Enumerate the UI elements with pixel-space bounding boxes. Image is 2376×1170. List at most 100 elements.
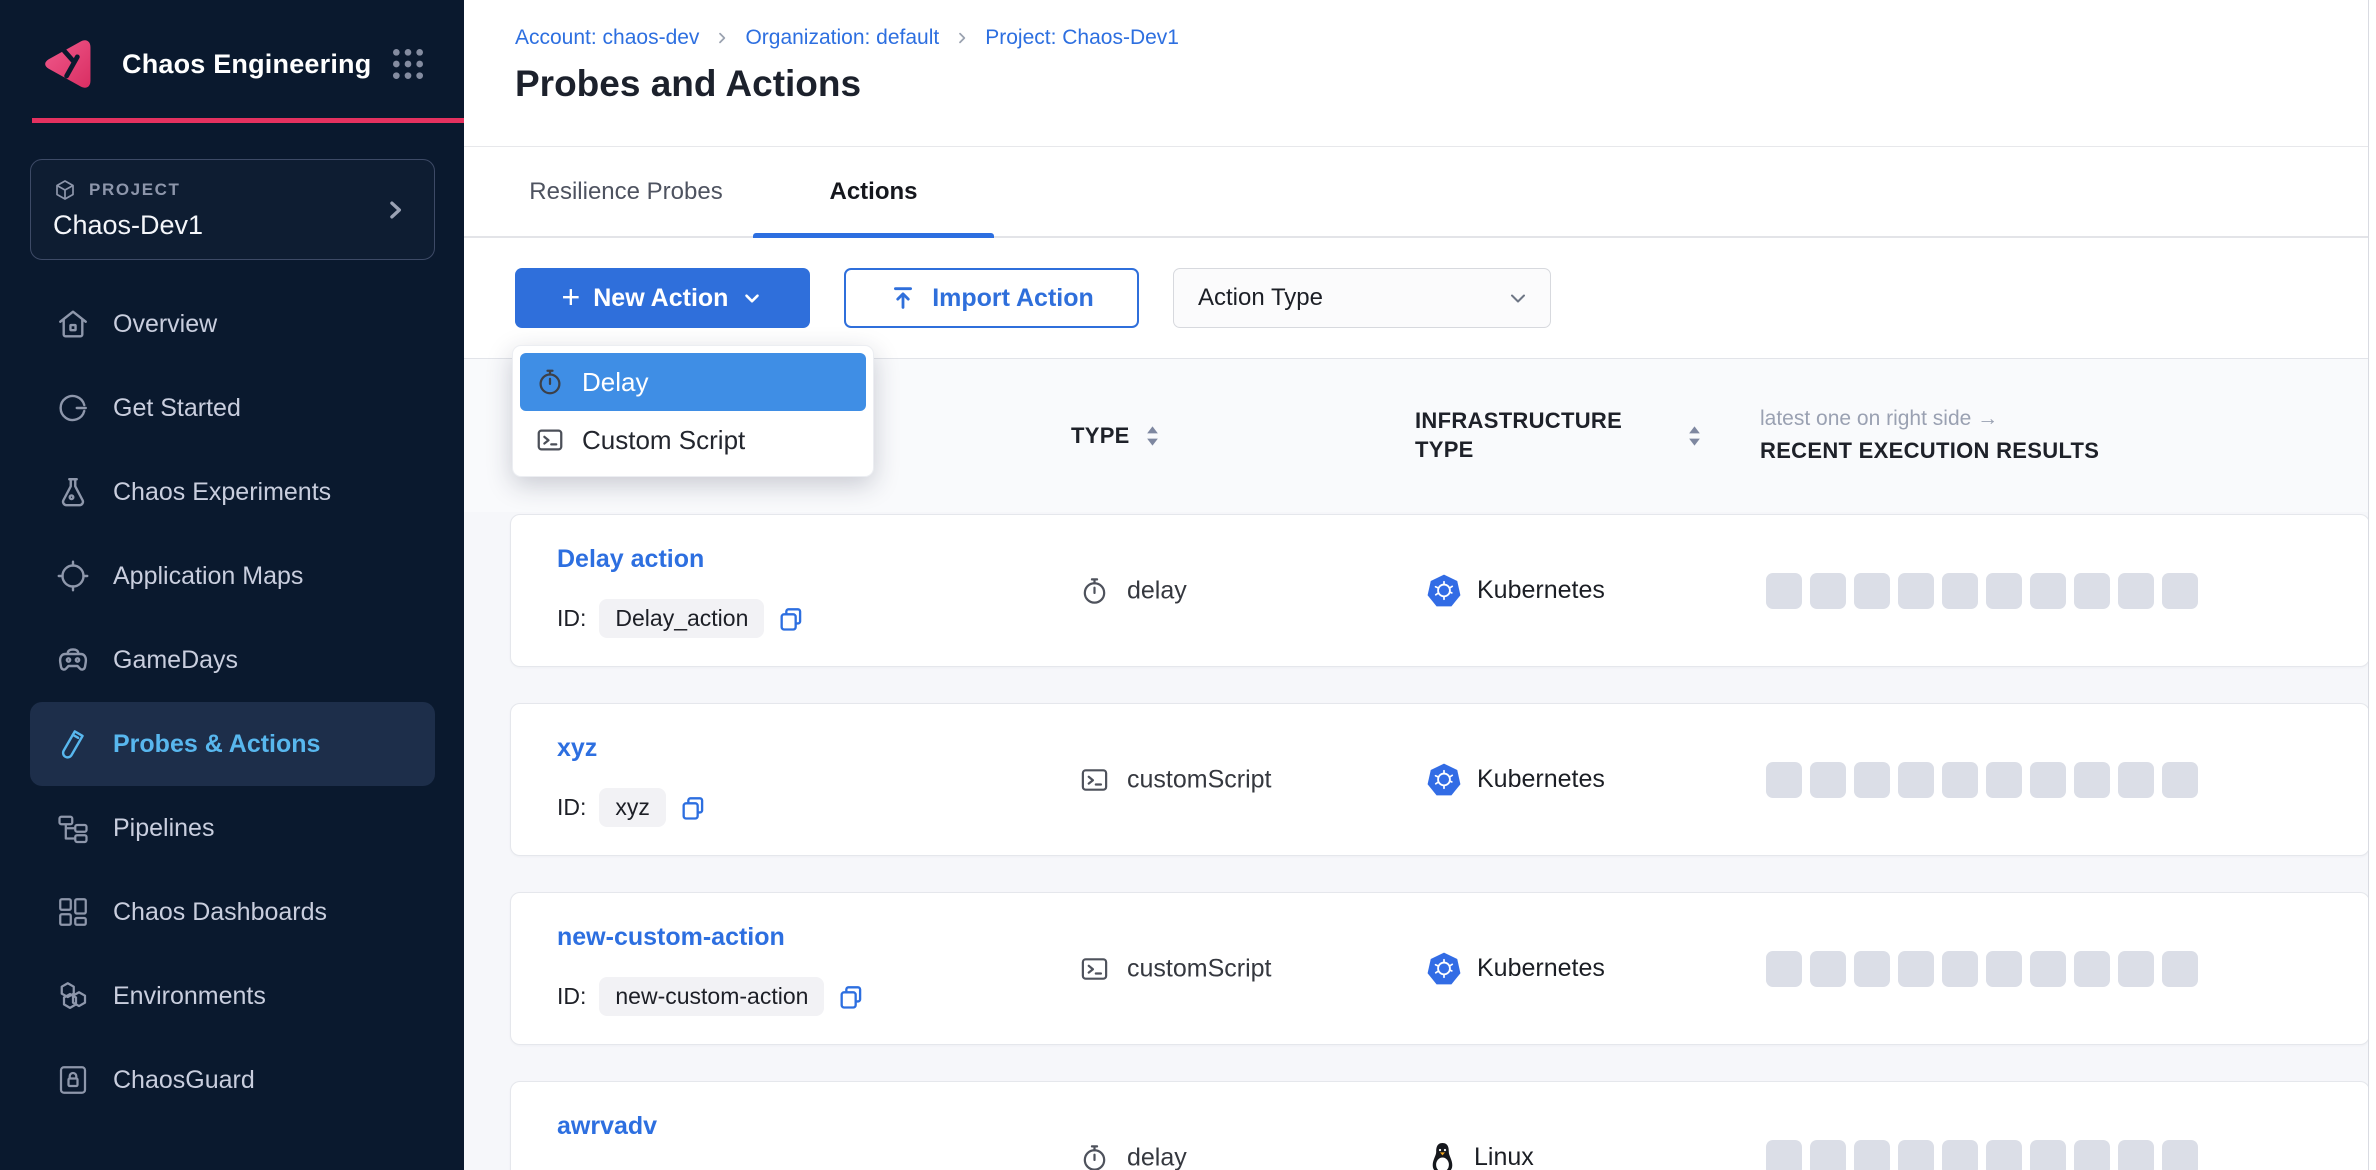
action-type: delay xyxy=(1127,1143,1187,1170)
app-title: Chaos Engineering xyxy=(122,49,371,80)
cube-icon xyxy=(53,178,77,202)
tab-resilience-probes[interactable]: Resilience Probes xyxy=(515,147,737,236)
sidebar-nav: Overview Get Started Chaos Experiments A… xyxy=(0,282,464,1122)
actions-list: Delay action ID: Delay_action delay xyxy=(464,512,2376,1170)
stopwatch-icon xyxy=(1079,575,1110,606)
linux-icon xyxy=(1426,1140,1459,1170)
terminal-icon xyxy=(535,425,565,455)
execution-result-placeholder xyxy=(1810,573,1846,609)
scrollbar-track[interactable] xyxy=(2368,0,2376,1170)
project-selector[interactable]: PROJECT Chaos-Dev1 xyxy=(30,159,435,260)
sidebar-item-label: Get Started xyxy=(113,394,241,423)
execution-result-placeholder xyxy=(2074,951,2110,987)
lock-icon xyxy=(55,1062,91,1098)
action-row-delay-action[interactable]: Delay action ID: Delay_action delay xyxy=(510,514,2370,667)
sidebar-item-label: Chaos Dashboards xyxy=(113,898,327,927)
import-action-label: Import Action xyxy=(932,284,1094,313)
execution-result-placeholder xyxy=(2118,951,2154,987)
recent-execution-results xyxy=(1766,573,2198,609)
action-row-new-custom-action[interactable]: new-custom-action ID: new-custom-action … xyxy=(510,892,2370,1045)
new-action-label: New Action xyxy=(593,284,728,313)
execution-result-placeholder xyxy=(1810,762,1846,798)
execution-result-placeholder xyxy=(2118,762,2154,798)
action-row-xyz[interactable]: xyz ID: xyz customScript xyxy=(510,703,2370,856)
sidebar-item-label: Pipelines xyxy=(113,814,214,843)
action-type-select[interactable]: Action Type xyxy=(1173,268,1551,328)
column-header-infrastructure: INFRASTRUCTURE TYPE xyxy=(1415,407,1630,464)
target-icon xyxy=(55,558,91,594)
progress-circle-icon xyxy=(55,390,91,426)
execution-result-placeholder xyxy=(2030,573,2066,609)
execution-result-placeholder xyxy=(1942,1140,1978,1170)
sort-icon[interactable] xyxy=(1687,424,1702,448)
action-row-awrvadv[interactable]: awrvadv delay Linux xyxy=(510,1081,2370,1170)
sidebar-item-environments[interactable]: Environments xyxy=(30,954,435,1038)
menu-item-custom-script[interactable]: Custom Script xyxy=(520,411,866,469)
execution-result-placeholder xyxy=(1942,762,1978,798)
import-action-button[interactable]: Import Action xyxy=(844,268,1139,328)
id-label: ID: xyxy=(557,983,586,1010)
recent-execution-results xyxy=(1766,1140,2198,1170)
menu-item-label: Custom Script xyxy=(582,425,745,456)
kubernetes-icon xyxy=(1426,762,1462,798)
main-content: Account: chaos-dev Organization: default… xyxy=(464,0,2376,1170)
sidebar-item-chaos-dashboards[interactable]: Chaos Dashboards xyxy=(30,870,435,954)
results-hint: latest one on right side → xyxy=(1760,407,1998,431)
stopwatch-icon xyxy=(1079,1142,1110,1170)
sidebar-item-chaosguard[interactable]: ChaosGuard xyxy=(30,1038,435,1122)
app-grid-icon[interactable] xyxy=(388,44,428,84)
menu-item-delay[interactable]: Delay xyxy=(520,353,866,411)
tab-actions[interactable]: Actions xyxy=(753,147,994,236)
action-name-link[interactable]: xyz xyxy=(557,734,597,763)
sidebar-item-label: Overview xyxy=(113,310,217,339)
terminal-icon xyxy=(1079,764,1110,795)
sidebar-item-application-maps[interactable]: Application Maps xyxy=(30,534,435,618)
copy-icon[interactable] xyxy=(837,983,865,1011)
execution-result-placeholder xyxy=(1942,951,1978,987)
copy-icon[interactable] xyxy=(777,605,805,633)
brand-divider xyxy=(32,118,464,123)
sort-icon[interactable] xyxy=(1145,424,1160,448)
pipelines-icon xyxy=(55,810,91,846)
chevron-down-icon xyxy=(741,287,763,309)
execution-result-placeholder xyxy=(2162,1140,2198,1170)
execution-result-placeholder xyxy=(1898,1140,1934,1170)
execution-result-placeholder xyxy=(1898,573,1934,609)
action-name-link[interactable]: awrvadv xyxy=(557,1112,657,1141)
flask-icon xyxy=(55,474,91,510)
execution-result-placeholder xyxy=(2074,573,2110,609)
copy-icon[interactable] xyxy=(679,794,707,822)
column-header-type: TYPE xyxy=(1071,423,1130,449)
action-name-link[interactable]: new-custom-action xyxy=(557,923,785,952)
new-action-button[interactable]: + New Action xyxy=(515,268,810,328)
sidebar-item-gamedays[interactable]: GameDays xyxy=(30,618,435,702)
execution-result-placeholder xyxy=(1986,1140,2022,1170)
sidebar-item-label: Chaos Experiments xyxy=(113,478,331,507)
sidebar-item-get-started[interactable]: Get Started xyxy=(30,366,435,450)
execution-result-placeholder xyxy=(1898,762,1934,798)
column-header-results: RECENT EXECUTION RESULTS xyxy=(1760,438,2099,464)
page-title: Probes and Actions xyxy=(515,63,2376,105)
breadcrumb-account[interactable]: Account: chaos-dev xyxy=(515,26,699,50)
gamepad-icon xyxy=(55,642,91,678)
chevron-right-icon xyxy=(380,195,410,225)
sidebar-item-probes-actions[interactable]: Probes & Actions xyxy=(30,702,435,786)
execution-result-placeholder xyxy=(1810,1140,1846,1170)
page-header: Account: chaos-dev Organization: default… xyxy=(464,0,2376,147)
stopwatch-icon xyxy=(535,367,565,397)
sidebar-item-overview[interactable]: Overview xyxy=(30,282,435,366)
action-name-link[interactable]: Delay action xyxy=(557,545,704,574)
execution-result-placeholder xyxy=(1898,951,1934,987)
execution-result-placeholder xyxy=(1854,1140,1890,1170)
kubernetes-icon xyxy=(1426,573,1462,609)
chaos-engineering-logo-icon xyxy=(38,33,100,95)
infrastructure-type: Linux xyxy=(1474,1143,1534,1170)
action-id: new-custom-action xyxy=(599,977,824,1016)
breadcrumb-organization[interactable]: Organization: default xyxy=(745,26,939,50)
execution-result-placeholder xyxy=(1854,573,1890,609)
execution-result-placeholder xyxy=(2118,1140,2154,1170)
breadcrumb-project[interactable]: Project: Chaos-Dev1 xyxy=(985,26,1179,50)
sidebar-item-chaos-experiments[interactable]: Chaos Experiments xyxy=(30,450,435,534)
sidebar-item-pipelines[interactable]: Pipelines xyxy=(30,786,435,870)
hexagons-icon xyxy=(55,978,91,1014)
